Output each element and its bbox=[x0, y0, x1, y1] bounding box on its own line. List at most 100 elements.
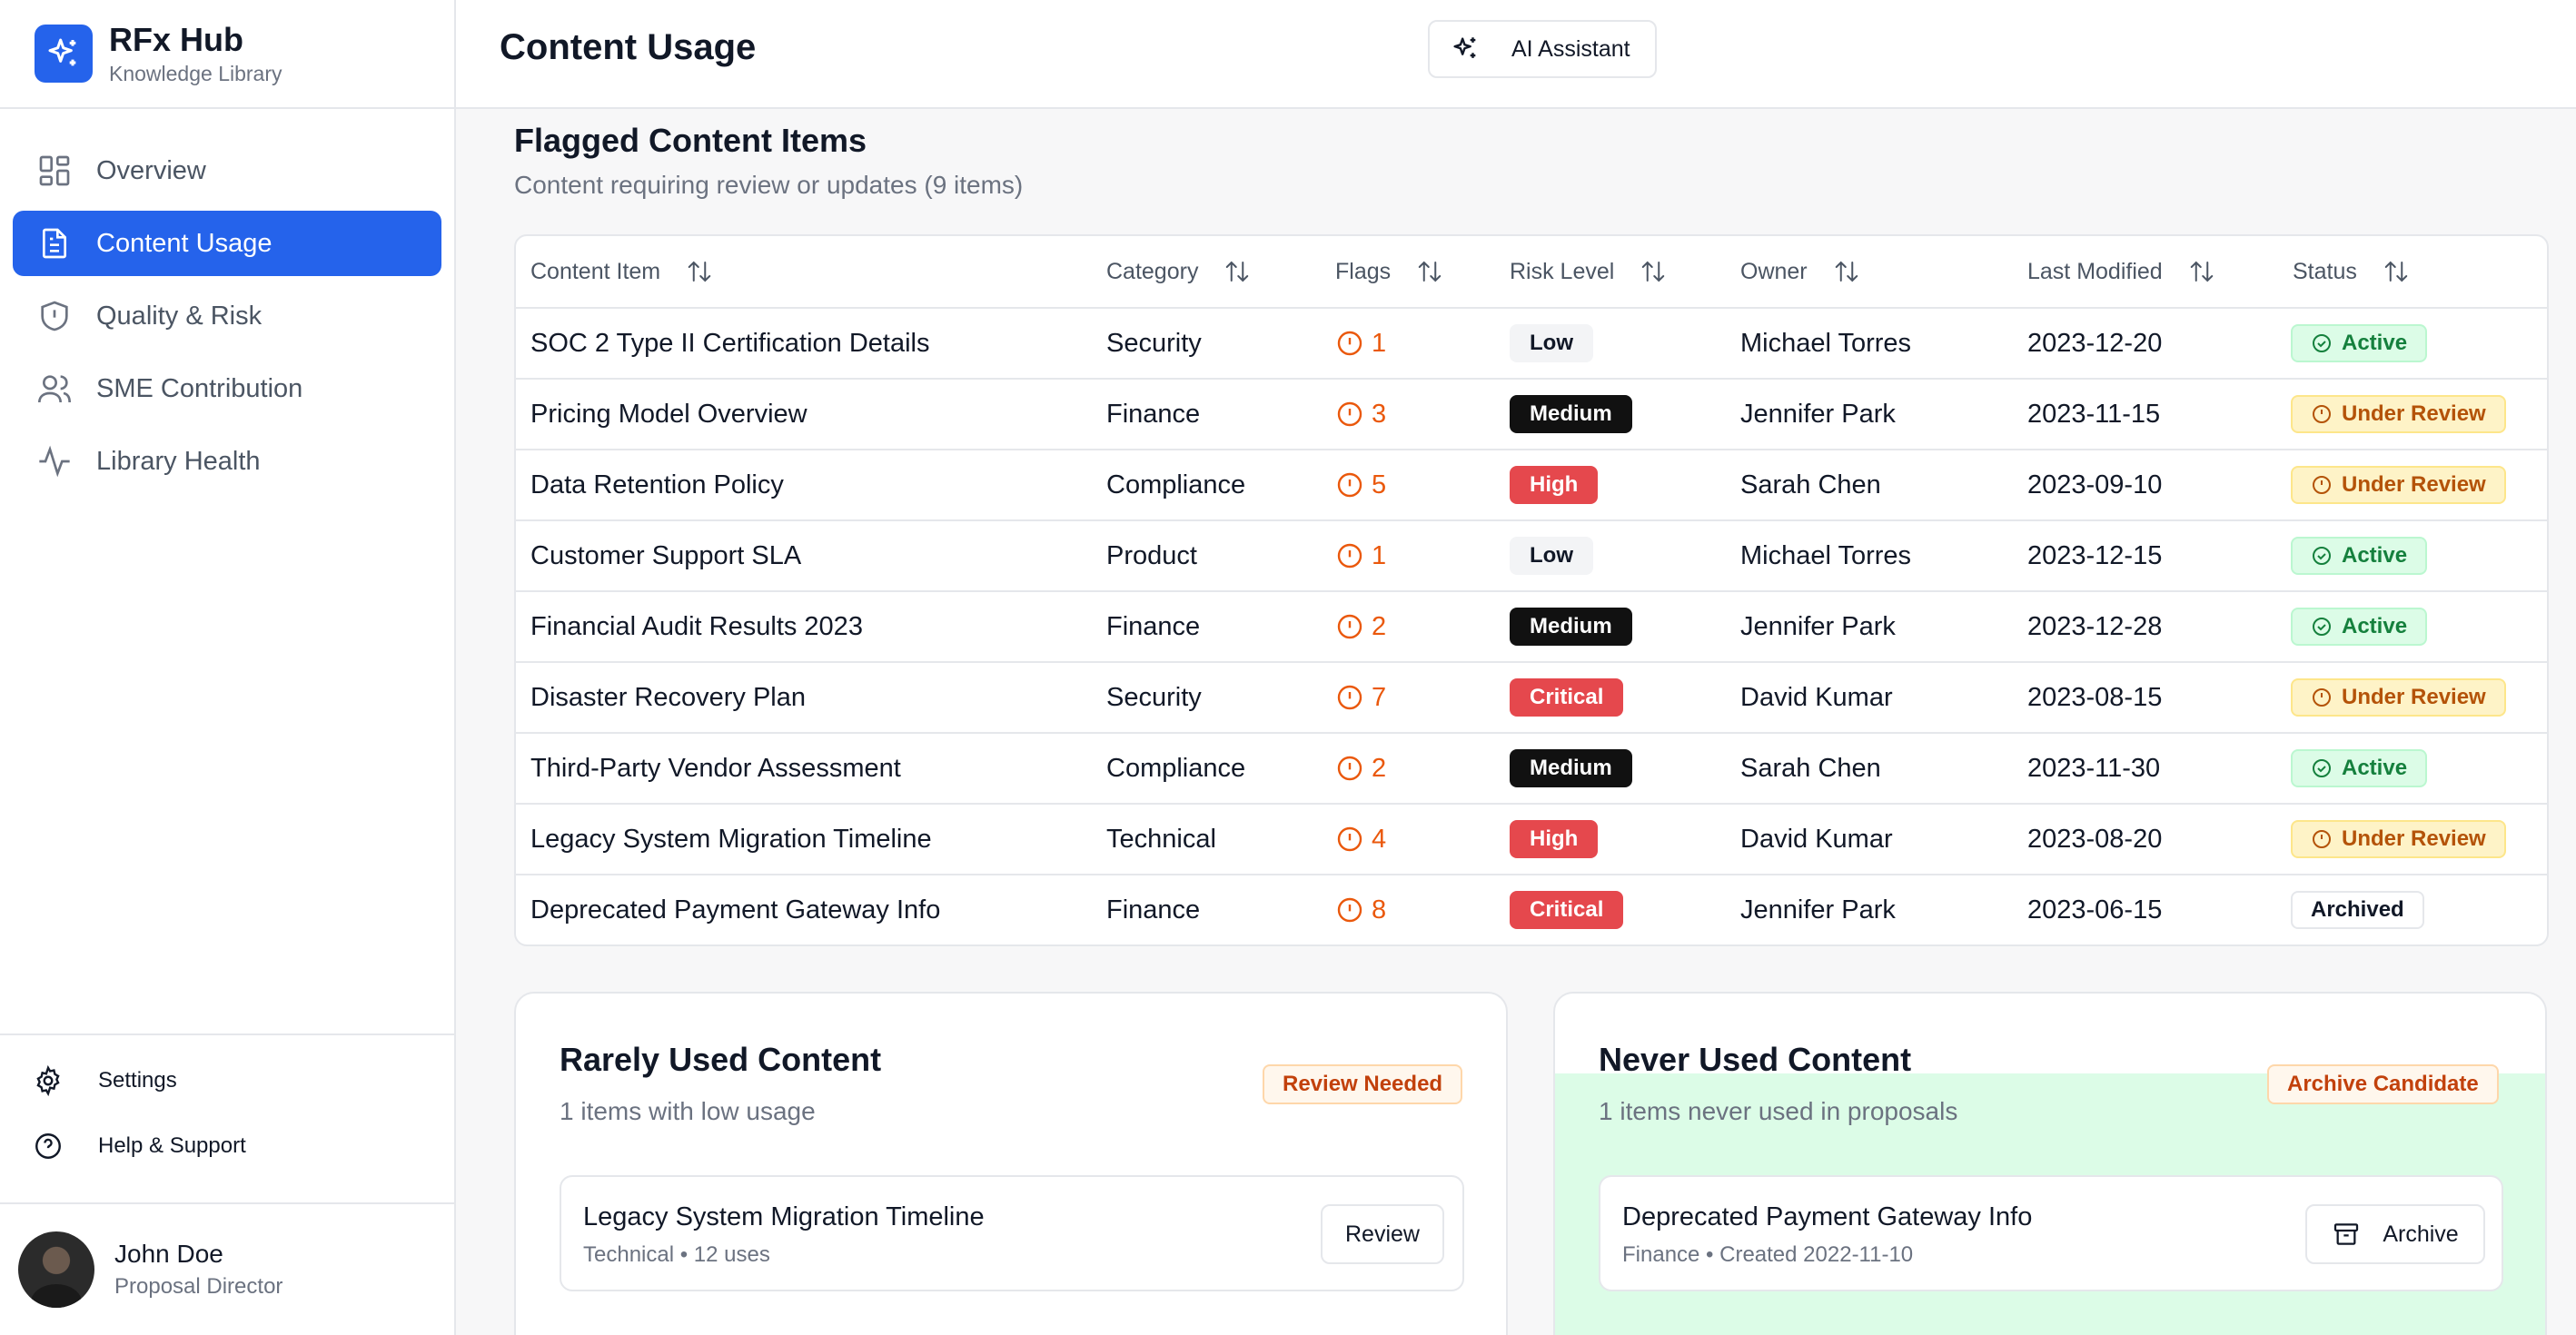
section-title: Flagged Content Items bbox=[514, 122, 867, 159]
card-title: Never Used Content bbox=[1599, 1041, 1912, 1078]
table-row[interactable]: SOC 2 Type II Certification Details Secur… bbox=[516, 309, 2547, 380]
table-row[interactable]: Third-Party Vendor Assessment Compliance 2… bbox=[516, 734, 2547, 805]
table-row[interactable]: Disaster Recovery Plan Security 7 Critical D… bbox=[516, 663, 2547, 734]
alert-circle-icon bbox=[1337, 472, 1362, 498]
card-subtitle: 1 items never used in proposals bbox=[1599, 1097, 1958, 1125]
status-label: Active bbox=[2342, 543, 2408, 568]
status-cell: Active bbox=[2291, 521, 2428, 590]
document-icon bbox=[43, 228, 66, 259]
table-row[interactable]: Customer Support SLA Product 1 Low Michael T… bbox=[516, 521, 2547, 592]
users-icon bbox=[38, 375, 71, 403]
nav-item-overview[interactable]: Overview bbox=[13, 138, 441, 203]
owner-cell: Jennifer Park bbox=[1740, 399, 1896, 429]
risk-badge: Low bbox=[1510, 324, 1593, 362]
column-header-content-item[interactable]: Content Item bbox=[530, 258, 713, 285]
status-cell: Active bbox=[2291, 734, 2428, 803]
card-subtitle: 1 items with low usage bbox=[560, 1097, 816, 1125]
column-header-label: Status bbox=[2293, 258, 2357, 284]
list-item: Deprecated Payment Gateway Info Finance … bbox=[1599, 1175, 2503, 1291]
sort-icon bbox=[1642, 261, 1665, 282]
archive-label: Archive bbox=[2383, 1221, 2459, 1247]
content-item-cell: Deprecated Payment Gateway Info bbox=[530, 895, 941, 925]
risk-badge: High bbox=[1510, 820, 1599, 858]
ai-assistant-button[interactable]: AI Assistant bbox=[1428, 20, 1657, 78]
owner-cell: Michael Torres bbox=[1740, 328, 1912, 358]
category-cell: Product bbox=[1106, 540, 1197, 570]
flags-cell: 3 bbox=[1335, 380, 1386, 449]
column-header-risk-level[interactable]: Risk Level bbox=[1510, 258, 1667, 285]
category-cell: Compliance bbox=[1106, 470, 1246, 499]
nav-item-library-health[interactable]: Library Health bbox=[13, 429, 441, 494]
column-header-status[interactable]: Status bbox=[2293, 258, 2410, 285]
brand-title: RFx Hub bbox=[109, 20, 243, 58]
column-header-flags[interactable]: Flags bbox=[1335, 258, 1443, 285]
content-item-cell: Pricing Model Overview bbox=[530, 399, 807, 429]
item-title: Deprecated Payment Gateway Info bbox=[1622, 1202, 2033, 1231]
rarely-used-card: Rarely Used Content 1 items with low usa… bbox=[514, 992, 1508, 1335]
nav-item-content-usage[interactable]: Content Usage bbox=[13, 211, 441, 276]
risk-cell: Low bbox=[1510, 521, 1593, 590]
column-header-last-modified[interactable]: Last Modified bbox=[2027, 258, 2215, 285]
last-modified-cell: 2023-12-28 bbox=[2027, 611, 2163, 641]
archive-button[interactable]: Archive bbox=[2305, 1204, 2485, 1264]
alert-circle-icon bbox=[1337, 756, 1362, 781]
last-modified-cell: 2023-11-30 bbox=[2027, 753, 2161, 783]
flag-count: 1 bbox=[1372, 540, 1387, 570]
table-row[interactable]: Data Retention Policy Compliance 5 High Sara… bbox=[516, 450, 2547, 521]
help-icon bbox=[35, 1133, 61, 1159]
status-cell: Active bbox=[2291, 309, 2428, 378]
table-row[interactable]: Financial Audit Results 2023 Finance 2 Medi… bbox=[516, 592, 2547, 663]
flag-count: 4 bbox=[1372, 824, 1387, 854]
content-item-cell: Disaster Recovery Plan bbox=[530, 682, 806, 712]
review-needed-badge: Review Needed bbox=[1263, 1064, 1463, 1104]
content-item-cell: Third-Party Vendor Assessment bbox=[530, 753, 901, 783]
status-cell: Under Review bbox=[2291, 805, 2506, 874]
section-subtitle: Content requiring review or updates (9 i… bbox=[514, 171, 1024, 199]
category-cell: Finance bbox=[1106, 611, 1201, 641]
risk-cell: Medium bbox=[1510, 380, 1632, 449]
settings-link[interactable]: Settings bbox=[0, 1048, 454, 1113]
sidebar: RFx Hub Knowledge Library Overview Conte… bbox=[0, 0, 456, 1335]
status-cell: Archived bbox=[2291, 875, 2424, 944]
user-profile[interactable]: John Doe Proposal Director bbox=[0, 1202, 454, 1335]
table-row[interactable]: Legacy System Migration Timeline Technica… bbox=[516, 805, 2547, 875]
last-modified-cell: 2023-11-15 bbox=[2027, 399, 2161, 429]
risk-badge: Medium bbox=[1510, 608, 1632, 646]
nav-item-quality-risk[interactable]: Quality & Risk bbox=[13, 283, 441, 349]
alert-circle-icon bbox=[1337, 543, 1362, 569]
owner-cell: Sarah Chen bbox=[1740, 470, 1881, 499]
review-button[interactable]: Review bbox=[1321, 1204, 1444, 1264]
risk-cell: Medium bbox=[1510, 592, 1632, 661]
status-label: Active bbox=[2342, 756, 2408, 780]
alert-circle-icon bbox=[1337, 331, 1362, 356]
flag-count: 5 bbox=[1372, 470, 1387, 499]
check-circle-icon bbox=[2313, 334, 2331, 352]
status-cell: Under Review bbox=[2291, 380, 2506, 449]
alert-circle-icon bbox=[1337, 401, 1362, 427]
column-header-category[interactable]: Category bbox=[1106, 258, 1251, 285]
status-label: Under Review bbox=[2342, 401, 2486, 426]
grid-icon bbox=[39, 155, 70, 186]
content-item-cell: Financial Audit Results 2023 bbox=[530, 611, 863, 641]
risk-badge: High bbox=[1510, 466, 1599, 504]
table-row[interactable]: Pricing Model Overview Finance 3 Medium Jenn… bbox=[516, 380, 2547, 450]
help-link[interactable]: Help & Support bbox=[0, 1113, 454, 1179]
list-item: Legacy System Migration Timeline Technic… bbox=[560, 1175, 1464, 1291]
category-cell: Technical bbox=[1106, 824, 1216, 854]
table-row[interactable]: Deprecated Payment Gateway Info Finance 8 C… bbox=[516, 875, 2547, 944]
status-badge: Archived bbox=[2291, 891, 2424, 929]
status-cell: Under Review bbox=[2291, 663, 2506, 732]
flag-count: 3 bbox=[1372, 399, 1387, 429]
category-cell: Compliance bbox=[1106, 753, 1246, 783]
nav-item-sme-contribution[interactable]: SME Contribution bbox=[13, 356, 441, 421]
sidebar-utilities: Settings Help & Support bbox=[0, 1033, 454, 1179]
status-badge: Under Review bbox=[2291, 820, 2506, 858]
table-header: Content Item Category Flags Risk Level Owner… bbox=[516, 236, 2547, 309]
sparkle-logo-icon bbox=[35, 25, 93, 83]
flags-cell: 8 bbox=[1335, 875, 1386, 944]
column-header-owner[interactable]: Owner bbox=[1740, 258, 1860, 285]
user-name: John Doe bbox=[114, 1240, 223, 1268]
column-header-label: Content Item bbox=[530, 258, 661, 284]
nav-item-label: Overview bbox=[96, 155, 206, 185]
gear-icon bbox=[36, 1065, 60, 1096]
